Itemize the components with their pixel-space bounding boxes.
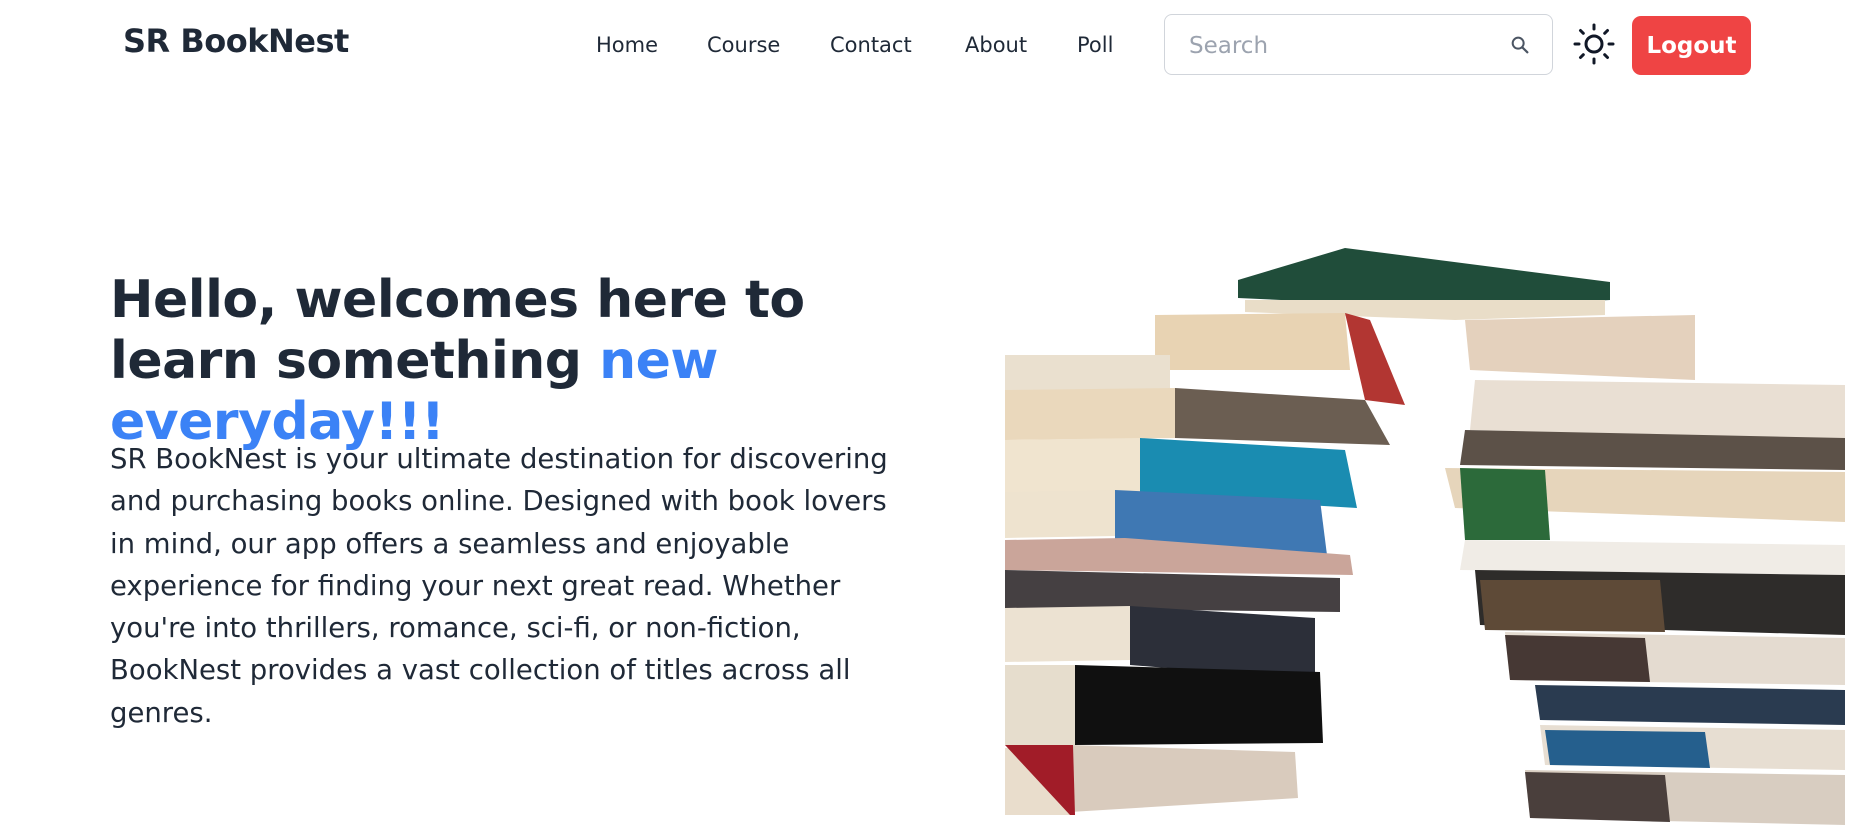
- brand-logo[interactable]: SR BookNest: [123, 22, 349, 60]
- navbar: SR BookNest Home Course Contact About Po…: [0, 0, 1860, 90]
- nav-link-about[interactable]: About: [965, 33, 1027, 57]
- nav-link-home[interactable]: Home: [596, 33, 658, 57]
- sun-icon[interactable]: [1572, 22, 1616, 66]
- nav-link-poll[interactable]: Poll: [1077, 33, 1113, 57]
- book-stack-illustration: [1005, 248, 1845, 825]
- hero-title: Hello, welcomes here to learn something …: [110, 270, 970, 453]
- search-box: [1164, 14, 1553, 75]
- logout-button[interactable]: Logout: [1632, 16, 1751, 75]
- search-icon[interactable]: [1509, 34, 1531, 56]
- hero-description: SR BookNest is your ultimate destination…: [110, 443, 888, 729]
- nav-link-course[interactable]: Course: [707, 33, 780, 57]
- nav-link-contact[interactable]: Contact: [830, 33, 912, 57]
- search-input[interactable]: [1187, 25, 1511, 67]
